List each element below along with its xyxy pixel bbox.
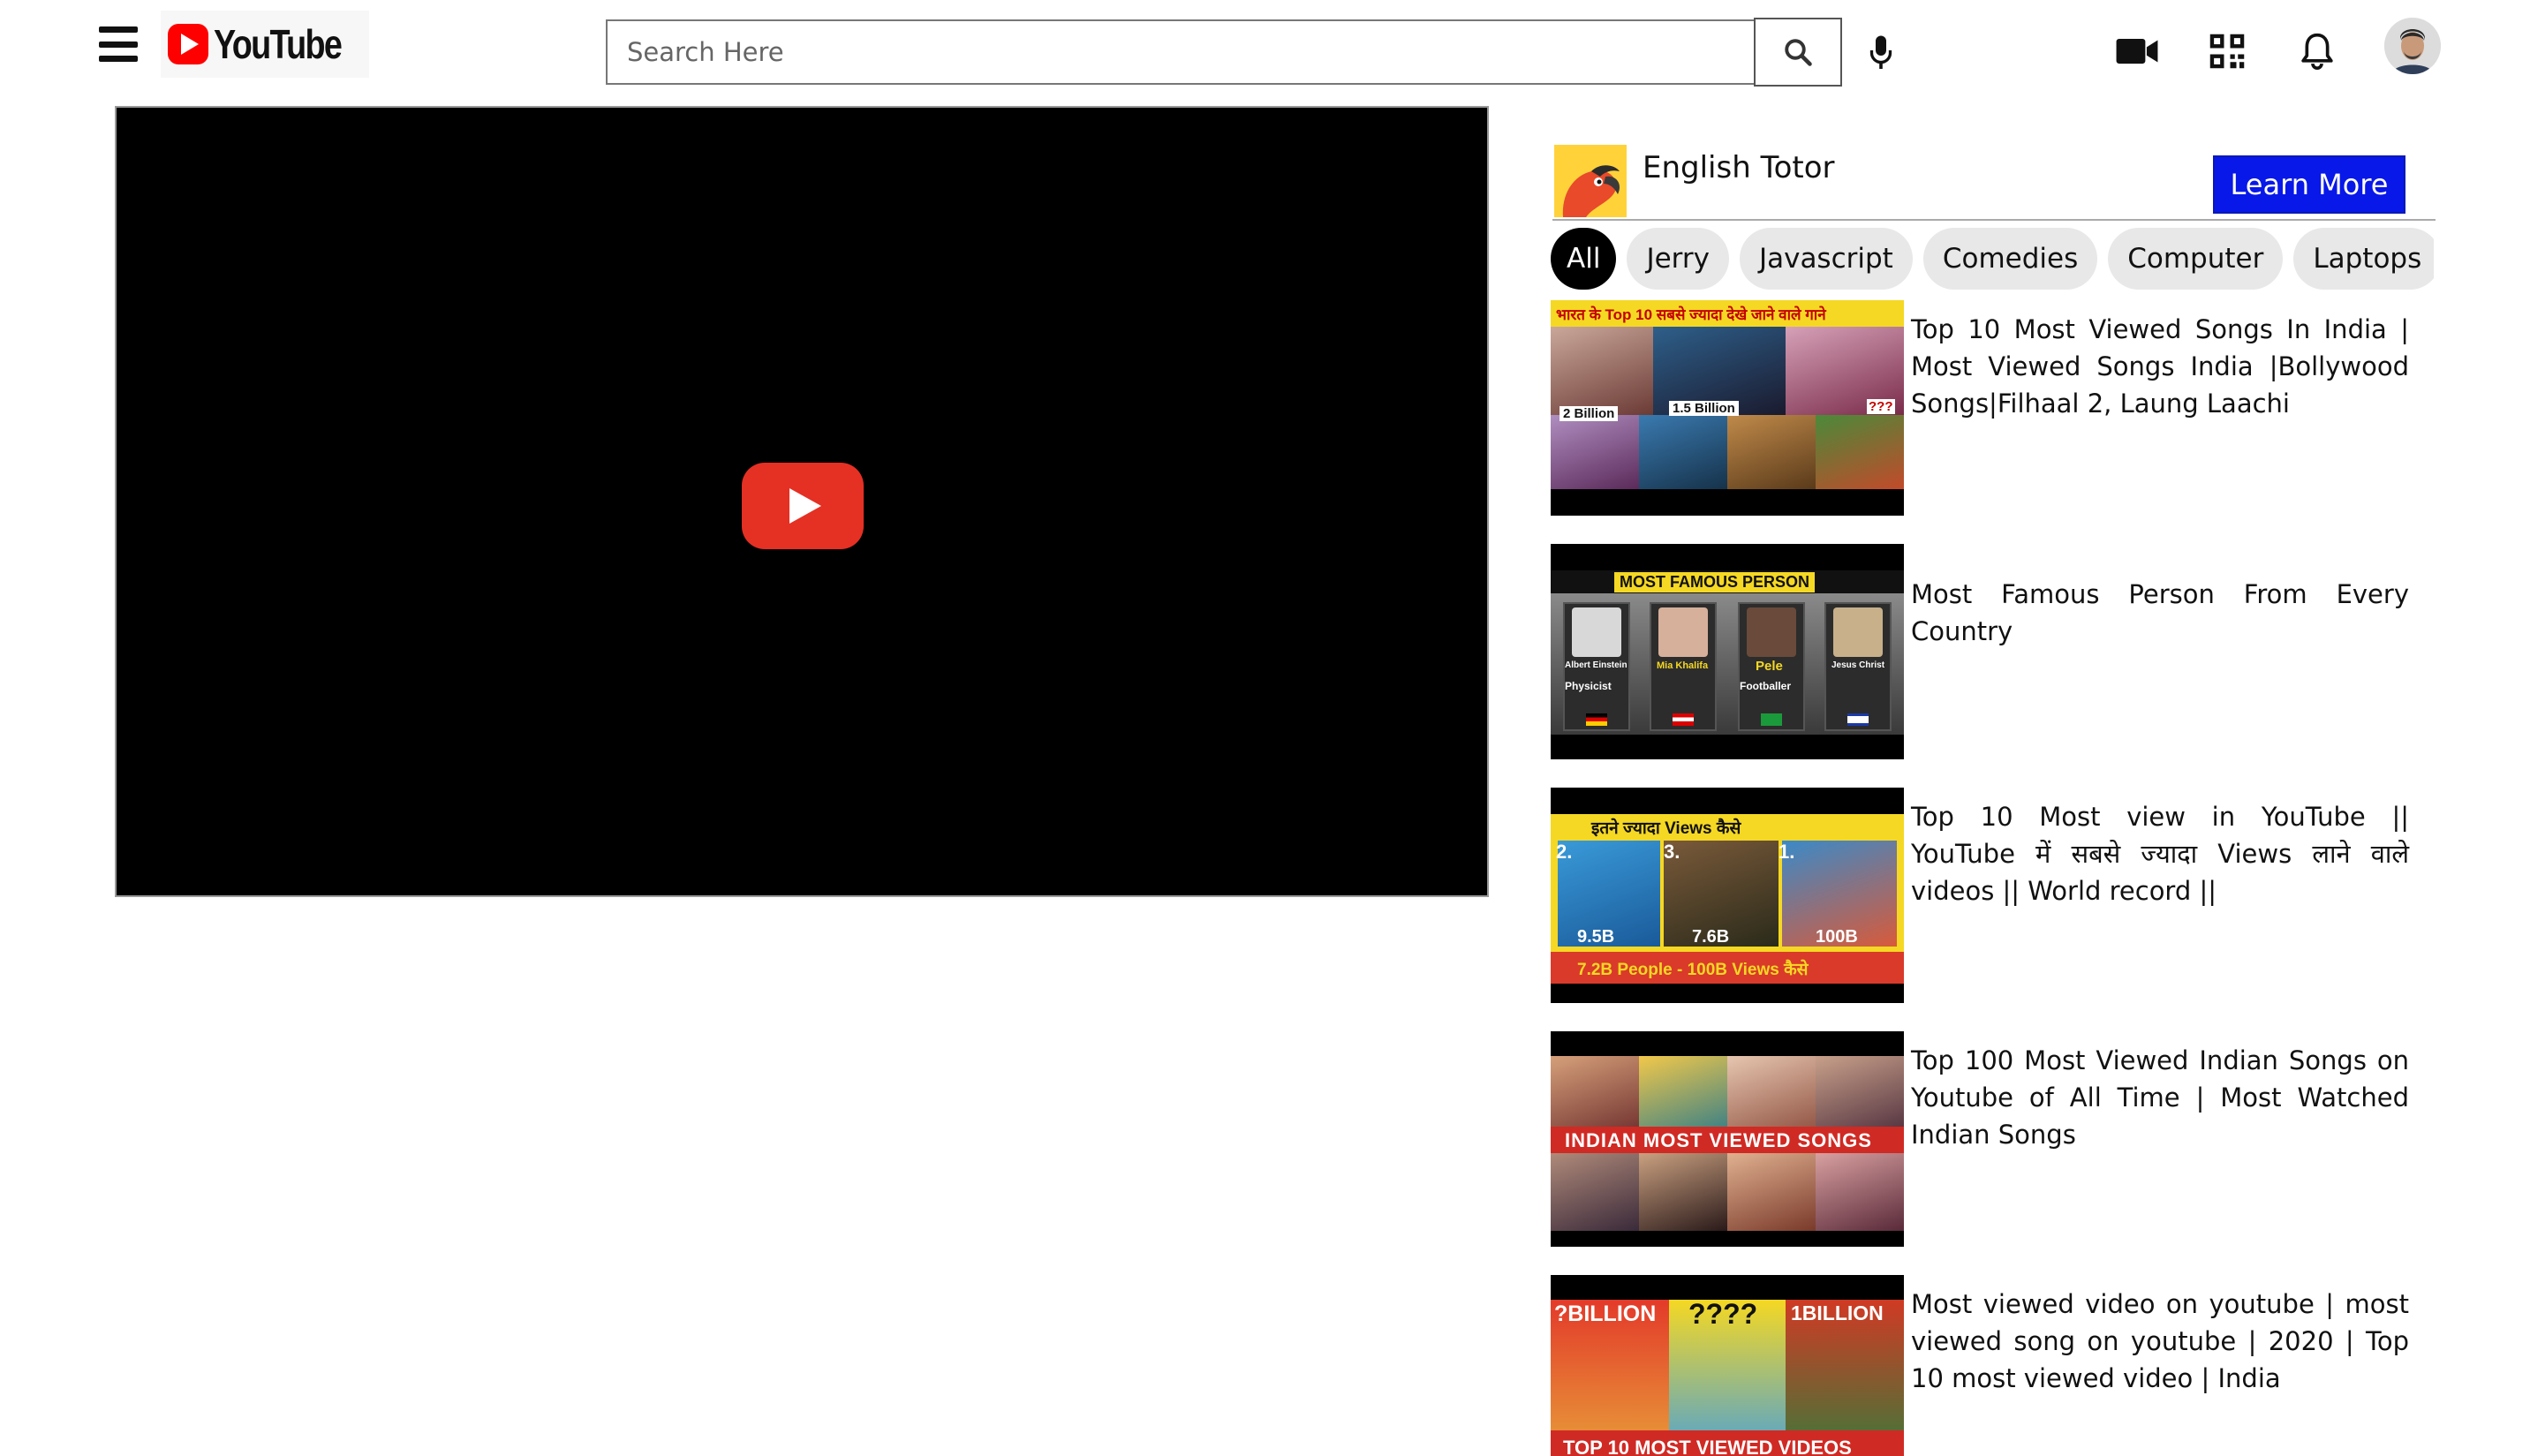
video-title[interactable]: Top 100 Most Viewed Indian Songs on Yout…	[1911, 1042, 2409, 1153]
search-button[interactable]	[1754, 18, 1842, 87]
chip-computer[interactable]: Computer	[2108, 228, 2284, 290]
category-chips: All Jerry Javascript Comedies Computer L…	[1551, 228, 2434, 290]
video-thumbnail[interactable]: INDIAN MOST VIEWED SONGS	[1551, 1031, 1904, 1247]
video-player[interactable]	[115, 106, 1489, 897]
search-input[interactable]	[606, 19, 1754, 85]
video-title[interactable]: Most viewed video on youtube | most view…	[1911, 1286, 2409, 1397]
recommended-video[interactable]: ?BILLION ???? 1BILLION TOP 10 MOST VIEWE…	[1551, 1275, 2434, 1456]
recommended-video[interactable]: इतने ज्यादा Views कैसे 2. 3. 1. 9.5B 7.6…	[1551, 788, 2434, 1003]
logo-text: YouTube	[214, 21, 343, 67]
ad-parrot-image	[1554, 145, 1627, 217]
video-title[interactable]: Top 10 Most Viewed Songs In India | Most…	[1911, 311, 2409, 422]
chip-jerry[interactable]: Jerry	[1627, 228, 1729, 290]
qr-code-icon[interactable]	[2202, 26, 2252, 76]
recommended-video[interactable]: भारत के Top 10 सबसे ज्यादा देखे जाने वाल…	[1551, 300, 2434, 516]
menu-icon[interactable]	[99, 25, 138, 64]
play-button[interactable]	[742, 463, 864, 549]
video-title[interactable]: Top 10 Most view in YouTube || YouTube म…	[1911, 798, 2409, 909]
ad-title: English Totor	[1643, 150, 1835, 185]
video-thumbnail[interactable]: भारत के Top 10 सबसे ज्यादा देखे जाने वाल…	[1551, 300, 1904, 516]
video-thumbnail[interactable]: MOST FAMOUS PERSON Albert Einstein Mia K…	[1551, 544, 1904, 759]
recommended-video[interactable]: MOST FAMOUS PERSON Albert Einstein Mia K…	[1551, 544, 2434, 759]
search-icon	[1785, 39, 1812, 66]
learn-more-button[interactable]: Learn More	[2213, 155, 2405, 214]
chip-all[interactable]: All	[1551, 228, 1617, 290]
avatar[interactable]	[2384, 18, 2441, 74]
video-thumbnail[interactable]: इतने ज्यादा Views कैसे 2. 3. 1. 9.5B 7.6…	[1551, 788, 1904, 1003]
chip-javascript[interactable]: Javascript	[1739, 228, 1913, 290]
chip-comedies[interactable]: Comedies	[1922, 228, 2098, 290]
recommended-video[interactable]: INDIAN MOST VIEWED SONGS Top 100 Most Vi…	[1551, 1031, 2434, 1247]
youtube-logo[interactable]: YouTube	[161, 11, 369, 78]
video-title[interactable]: Most Famous Person From Every Country	[1911, 576, 2409, 650]
video-thumbnail[interactable]: ?BILLION ???? 1BILLION TOP 10 MOST VIEWE…	[1551, 1275, 1904, 1456]
chip-laptops[interactable]: Laptops	[2293, 228, 2434, 290]
bell-icon[interactable]	[2292, 26, 2342, 76]
video-camera-icon[interactable]	[2112, 26, 2162, 76]
ad-banner: English Totor Learn More	[1552, 141, 2436, 221]
mic-icon[interactable]	[1862, 32, 1900, 74]
play-logo-icon	[168, 24, 209, 64]
